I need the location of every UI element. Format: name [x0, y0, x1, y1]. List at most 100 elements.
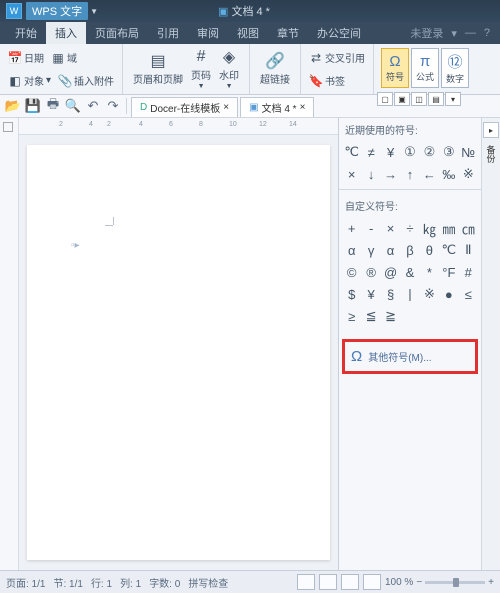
ruler-vertical[interactable]: [0, 118, 19, 570]
tab-document[interactable]: ▣文档 4 *×: [240, 97, 314, 117]
symbol-cell[interactable]: 丨: [400, 283, 419, 305]
symbol-cell[interactable]: ℃: [439, 239, 458, 261]
symbol-cell[interactable]: ≤: [459, 283, 478, 305]
backup-button[interactable]: 备份: [484, 142, 498, 166]
chevron-down-icon[interactable]: ▾: [445, 92, 461, 106]
menu-references[interactable]: 引用: [148, 22, 188, 44]
menu-view[interactable]: 视图: [228, 22, 268, 44]
symbol-cell[interactable]: →: [381, 163, 400, 185]
symbol-cell[interactable]: ¥: [361, 283, 380, 305]
redo-icon[interactable]: ↷: [104, 97, 122, 115]
symbol-cell[interactable]: γ: [361, 239, 380, 261]
hyperlink-button[interactable]: 🔗超链接: [256, 50, 294, 88]
symbol-cell[interactable]: ←: [420, 163, 439, 185]
date-button[interactable]: 📅日期: [6, 49, 46, 66]
crossref-button[interactable]: ⇄交叉引用: [307, 49, 367, 66]
zoom-slider[interactable]: [425, 581, 485, 584]
symbol-cell[interactable]: θ: [420, 239, 439, 261]
symbol-cell[interactable]: ×: [381, 217, 400, 239]
box-icon[interactable]: ◫: [411, 92, 427, 106]
symbol-cell[interactable]: ※: [459, 163, 478, 185]
status-wordcount[interactable]: 字数: 0: [149, 575, 180, 590]
ruler-horizontal[interactable]: 242468101214: [19, 118, 338, 135]
symbol-cell[interactable]: ●: [439, 283, 458, 305]
symbol-cell[interactable]: α: [342, 239, 361, 261]
status-col[interactable]: 列: 1: [120, 575, 141, 590]
view-outline-icon[interactable]: [341, 574, 359, 590]
menu-layout[interactable]: 页面布局: [86, 22, 148, 44]
menu-chapter[interactable]: 章节: [268, 22, 308, 44]
login-status[interactable]: 未登录: [406, 25, 447, 41]
box-icon[interactable]: ▣: [394, 92, 410, 106]
symbol-cell[interactable]: ≧: [381, 305, 400, 327]
symbol-cell[interactable]: ≠: [361, 141, 380, 163]
menu-office[interactable]: 办公空间: [308, 22, 370, 44]
symbol-cell[interactable]: ≥: [342, 305, 361, 327]
undo-icon[interactable]: ↶: [84, 97, 102, 115]
symbol-cell[interactable]: ¥: [381, 141, 400, 163]
symbol-cell[interactable]: °F: [439, 261, 458, 283]
symbol-cell[interactable]: &: [400, 261, 419, 283]
menu-review[interactable]: 审阅: [188, 22, 228, 44]
box-icon[interactable]: ▢: [377, 92, 393, 106]
watermark-button[interactable]: ◈水印▼: [215, 46, 243, 92]
page-number-button[interactable]: #页码▼: [187, 46, 215, 92]
document-page[interactable]: ▫▸: [27, 145, 330, 560]
tab-docer[interactable]: DDocer-在线模板×: [131, 97, 238, 117]
symbol-cell[interactable]: ※: [420, 283, 439, 305]
minimize-icon[interactable]: —: [461, 27, 480, 39]
symbol-cell[interactable]: β: [400, 239, 419, 261]
symbol-cell[interactable]: *: [420, 261, 439, 283]
close-icon[interactable]: ×: [300, 102, 306, 113]
save-icon[interactable]: 💾: [24, 97, 42, 115]
symbol-cell[interactable]: ©: [342, 261, 361, 283]
menu-insert[interactable]: 插入: [46, 22, 86, 44]
more-symbols-button[interactable]: Ω 其他符号(M)...: [342, 339, 478, 374]
status-section[interactable]: 节: 1/1: [53, 575, 82, 590]
field-button[interactable]: ▦域: [49, 49, 79, 66]
view-web-icon[interactable]: [319, 574, 337, 590]
attach-button[interactable]: 📎插入附件: [56, 72, 116, 89]
view-print-icon[interactable]: [297, 574, 315, 590]
symbol-cell[interactable]: @: [381, 261, 400, 283]
symbol-cell[interactable]: ②: [420, 141, 439, 163]
view-reading-icon[interactable]: [363, 574, 381, 590]
box-icon[interactable]: ▤: [428, 92, 444, 106]
symbol-cell[interactable]: -: [361, 217, 380, 239]
zoom-out-icon[interactable]: −: [416, 577, 422, 588]
bookmark-button[interactable]: 🔖书签: [307, 72, 347, 89]
status-line[interactable]: 行: 1: [91, 575, 112, 590]
zoom-level[interactable]: 100 %: [385, 577, 413, 588]
header-footer-button[interactable]: ▤页眉和页脚: [129, 50, 187, 88]
symbol-cell[interactable]: Ⅱ: [459, 239, 478, 261]
symbol-cell[interactable]: ≦: [361, 305, 380, 327]
symbol-cell[interactable]: ↑: [400, 163, 419, 185]
preview-icon[interactable]: 🔍: [64, 97, 82, 115]
print-icon[interactable]: 🖶: [44, 97, 62, 115]
symbol-cell[interactable]: ㎝: [459, 217, 478, 239]
symbol-cell[interactable]: ↓: [361, 163, 380, 185]
symbol-cell[interactable]: +: [342, 217, 361, 239]
panel-toggle-icon[interactable]: ▸: [483, 122, 499, 138]
symbol-cell[interactable]: ‰: [439, 163, 458, 185]
symbol-cell[interactable]: #: [459, 261, 478, 283]
chevron-down-icon[interactable]: ▾: [447, 27, 461, 40]
menu-start[interactable]: 开始: [6, 22, 46, 44]
app-dropdown-icon[interactable]: ▼: [90, 7, 98, 16]
symbol-cell[interactable]: ®: [361, 261, 380, 283]
open-icon[interactable]: 📂: [4, 97, 22, 115]
symbol-cell[interactable]: α: [381, 239, 400, 261]
symbol-cell[interactable]: ①: [400, 141, 419, 163]
symbol-cell[interactable]: ℃: [342, 141, 361, 163]
status-page[interactable]: 页面: 1/1: [6, 575, 45, 590]
symbol-cell[interactable]: №: [459, 141, 478, 163]
symbol-cell[interactable]: ÷: [400, 217, 419, 239]
help-icon[interactable]: ?: [480, 27, 494, 39]
symbol-cell[interactable]: ×: [342, 163, 361, 185]
object-button[interactable]: ◧对象▾: [6, 72, 53, 89]
symbol-cell[interactable]: §: [381, 283, 400, 305]
symbol-button[interactable]: Ω符号: [381, 48, 409, 88]
number-button[interactable]: ⑫数字: [441, 48, 469, 88]
symbol-cell[interactable]: $: [342, 283, 361, 305]
zoom-in-icon[interactable]: +: [488, 577, 494, 588]
